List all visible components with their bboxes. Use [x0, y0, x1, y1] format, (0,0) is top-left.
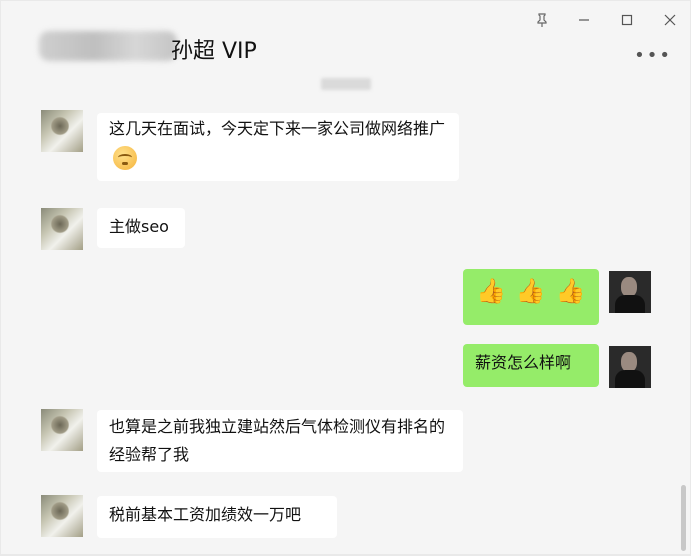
message-text: 主做seo [109, 217, 169, 236]
title-bar: 孙超 VIP ••• [1, 1, 690, 76]
contact-title: 孙超 VIP [171, 39, 257, 64]
my-avatar[interactable] [609, 271, 651, 313]
thumbs-up-icon: 👍 [515, 277, 546, 305]
blurred-contact-name [39, 31, 177, 61]
thumbs-up-icon: 👍 [476, 277, 506, 305]
message-bubble: 也算是之前我独立建站然后气体检测仪有排名的经验帮了我 [97, 410, 463, 472]
message-text: 薪资怎么样啊 [475, 353, 572, 372]
more-options-icon[interactable]: ••• [634, 45, 672, 66]
message-bubble: 👍 👍 👍 [463, 269, 599, 325]
message-text: 也算是之前我独立建站然后气体检测仪有排名的经验帮了我 [109, 417, 446, 464]
friend-avatar[interactable] [41, 208, 83, 250]
pin-icon[interactable] [529, 9, 555, 31]
maximize-icon[interactable] [614, 9, 640, 31]
message-text: 这几天在面试，今天定下来一家公司做网络推广 [109, 119, 446, 138]
timestamp-divider [321, 78, 371, 90]
thumbs-up-icon: 👍 [555, 277, 586, 305]
message-bubble: 税前基本工资加绩效一万吧 [97, 496, 337, 538]
close-icon[interactable] [657, 9, 683, 31]
friend-avatar[interactable] [41, 409, 83, 451]
chat-window: 孙超 VIP ••• 这几天在面试，今天定下来一家公司做网络推广 主做seo 👍… [1, 1, 690, 554]
friend-avatar[interactable] [41, 110, 83, 152]
friend-avatar[interactable] [41, 495, 83, 537]
message-text: 税前基本工资加绩效一万吧 [109, 505, 302, 524]
scrollbar[interactable] [681, 485, 686, 551]
message-bubble: 薪资怎么样啊 [463, 344, 599, 387]
my-avatar[interactable] [609, 346, 651, 388]
message-bubble: 这几天在面试，今天定下来一家公司做网络推广 [97, 113, 459, 181]
minimize-icon[interactable] [571, 9, 597, 31]
message-bubble: 主做seo [97, 208, 185, 248]
nerd-face-icon [113, 145, 137, 170]
